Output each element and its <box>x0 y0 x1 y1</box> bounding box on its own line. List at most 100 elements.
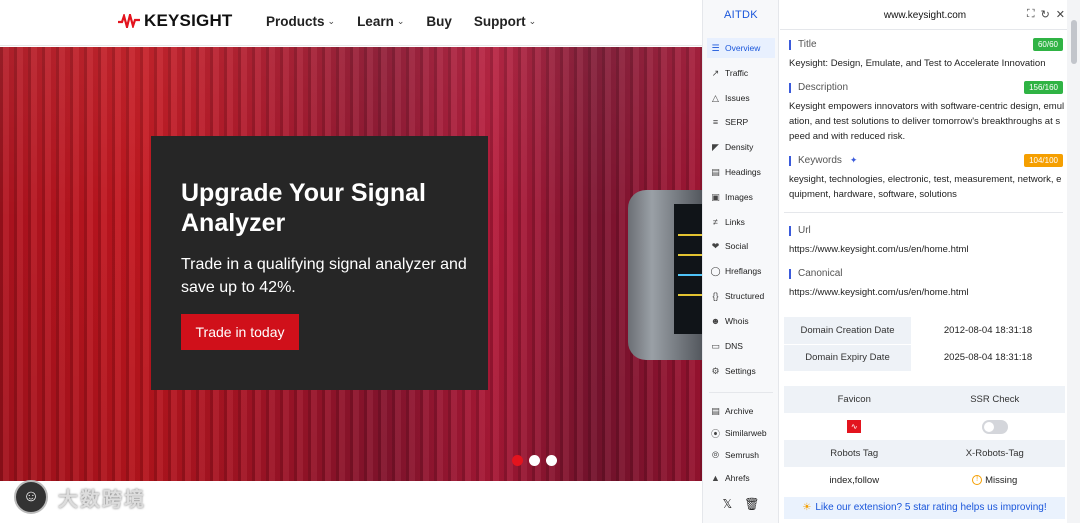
sidebar-item-density[interactable]: ◤ Density <box>707 137 775 157</box>
sidebar-item-dns[interactable]: ▭ DNS <box>707 336 775 356</box>
sidebar-item-label: Overview <box>725 43 761 53</box>
sidebar-item-label: Hreflangs <box>725 266 762 276</box>
table-row: Domain Expiry Date 2025-08-04 18:31:18 <box>784 344 1065 372</box>
x-robots-tag-label: X-Robots-Tag <box>924 440 1065 467</box>
keywords-value: keysight, technologies, electronic, test… <box>789 174 1062 200</box>
domain-expiry-value: 2025-08-04 18:31:18 <box>911 344 1065 372</box>
device-screen <box>674 204 702 334</box>
trade-in-button[interactable]: Trade in today <box>181 314 299 350</box>
hero-title: Upgrade Your Signal Analyzer <box>181 179 426 237</box>
refresh-icon[interactable]: ↻ <box>1041 8 1050 21</box>
table-row: Robots Tag X-Robots-Tag <box>784 440 1065 467</box>
magic-wand-icon[interactable]: ✦ <box>850 155 858 166</box>
user-icon: ☻ <box>710 316 721 326</box>
title-label-text: Title <box>798 39 817 50</box>
carousel-dot-1[interactable] <box>512 455 523 466</box>
rating-prompt[interactable]: ☀ Like our extension? 5 star rating helps… <box>784 497 1065 519</box>
sidebar-item-serp[interactable]: ≡ SERP <box>707 112 775 132</box>
signal-analyzer-image <box>628 190 702 360</box>
website-view: KEYSIGHT Products ⌄ Learn ⌄ Buy Support ⌄ U… <box>0 0 702 523</box>
ext-topbar: www.keysight.com ⛶ ↻ ✕ <box>780 0 1067 30</box>
sun-icon: ☀ <box>802 502 812 513</box>
section-divider <box>784 212 1063 213</box>
sidebar-item-label: Social <box>725 241 749 251</box>
sidebar-item-hreflangs[interactable]: ◯ Hreflangs <box>707 261 775 281</box>
title-label: Title <box>789 39 817 50</box>
title-value: Keysight: Design, Emulate, and Test to A… <box>789 58 1046 69</box>
nav-support[interactable]: Support ⌄ <box>474 14 536 29</box>
description-value: Keysight empowers innovators with softwa… <box>789 101 1065 142</box>
x-twitter-icon[interactable]: 𝕏 <box>723 497 733 511</box>
table-row: Domain Creation Date 2012-08-04 18:31:18 <box>784 317 1065 345</box>
sidebar-item-label: Issues <box>725 93 750 103</box>
carousel-dots <box>512 455 557 466</box>
sidebar-item-label: Whois <box>725 316 749 326</box>
close-icon[interactable]: ✕ <box>1056 8 1065 21</box>
nav-products[interactable]: Products ⌄ <box>266 14 335 29</box>
archive-icon: ▤ <box>711 405 720 416</box>
sidebar-bottom-actions: 𝕏 🗑 <box>703 497 779 511</box>
title-length-badge: 60/60 <box>1032 38 1063 51</box>
url-value[interactable]: https://www.keysight.com/us/en/home.html <box>789 242 1065 257</box>
domain-creation-label: Domain Creation Date <box>784 317 911 345</box>
sidebar-item-overview[interactable]: ☰ Overview <box>707 38 775 58</box>
ext-actions: ⛶ ↻ ✕ <box>1027 8 1065 21</box>
sidebar-item-label: Semrush <box>725 450 760 460</box>
nav-buy[interactable]: Buy <box>426 14 452 29</box>
sidebar-item-issues[interactable]: △ Issues <box>707 88 775 108</box>
hero-subtitle: Trade in a qualifying signal analyzer an… <box>181 256 467 296</box>
scrollbar-thumb[interactable] <box>1071 20 1077 64</box>
trash-icon[interactable]: 🗑 <box>744 497 759 511</box>
sidebar-item-traffic[interactable]: ↗ Traffic <box>707 63 775 83</box>
sidebar-item-label: Links <box>725 217 745 227</box>
warning-icon: △ <box>712 92 719 103</box>
sidebar-item-structured[interactable]: {} Structured <box>707 286 775 306</box>
panel-scrollbar[interactable] <box>1067 0 1080 523</box>
sidebar-divider <box>709 392 773 393</box>
sidebar-item-label: Settings <box>725 366 756 376</box>
nav-learn[interactable]: Learn ⌄ <box>357 14 404 29</box>
crop-icon[interactable]: ⛶ <box>1027 8 1035 21</box>
headings-icon: ▤ <box>711 166 720 177</box>
sidebar-item-label: Density <box>725 142 754 152</box>
braces-icon: {} <box>712 291 719 301</box>
ssr-check-cell <box>924 413 1065 440</box>
sidebar-item-semrush[interactable]: ⦾ Semrush <box>707 445 775 465</box>
domain-dates-table: Domain Creation Date 2012-08-04 18:31:18… <box>784 317 1065 372</box>
logo-text: KEYSIGHT <box>144 11 233 30</box>
table-row: ∿ <box>784 413 1065 440</box>
social-icon: ❤ <box>711 240 720 251</box>
canonical-label: Canonical <box>789 268 842 279</box>
sidebar-item-archive[interactable]: ▤ Archive <box>707 401 775 421</box>
meta-checks-grid: Favicon SSR Check ∿ Robots Tag X-Robots-… <box>784 386 1065 494</box>
accessibility-icon[interactable]: ☺ <box>14 480 48 514</box>
sidebar-item-label: Traffic <box>725 68 749 78</box>
x-robots-tag-value: Missing <box>985 475 1018 486</box>
chevron-down-icon: ⌄ <box>528 16 537 26</box>
aitdk-extension-panel: AITDK ☰ Overview ↗ Traffic △ Issues ≡ SERP ◤… <box>702 0 1080 523</box>
chart-icon: ↗ <box>711 67 720 78</box>
carousel-dot-3[interactable] <box>546 455 557 466</box>
sidebar-item-settings[interactable]: ⚙ Settings <box>707 361 775 381</box>
sidebar-item-ahrefs[interactable]: ▲ Ahrefs <box>707 468 775 488</box>
table-row: index,follow ! Missing <box>784 467 1065 494</box>
carousel-dot-2[interactable] <box>529 455 540 466</box>
keysight-logo[interactable]: KEYSIGHT <box>118 11 233 31</box>
url-label-text: Url <box>798 225 811 236</box>
nav-label: Learn <box>357 14 394 29</box>
sidebar-item-similarweb[interactable]: ⦿ Similarweb <box>707 423 775 443</box>
ssr-check-toggle[interactable] <box>981 419 1008 434</box>
sidebar-item-headings[interactable]: ▤ Headings <box>707 162 775 182</box>
favicon-cell: ∿ <box>784 413 925 440</box>
warning-icon: ! <box>972 475 983 486</box>
ext-brand: AITDK <box>724 9 758 21</box>
sidebar-item-social[interactable]: ❤ Social <box>707 236 775 256</box>
sidebar-item-images[interactable]: ▣ Images <box>707 187 775 207</box>
sidebar-item-links[interactable]: ≠ Links <box>707 212 775 232</box>
list-icon: ☰ <box>711 42 720 53</box>
keywords-label-text: Keywords <box>798 155 842 166</box>
sidebar-item-label: Structured <box>725 291 765 301</box>
canonical-value[interactable]: https://www.keysight.com/us/en/home.html <box>789 285 1065 300</box>
sidebar-item-whois[interactable]: ☻ Whois <box>707 311 775 331</box>
domain-expiry-label: Domain Expiry Date <box>784 344 911 372</box>
